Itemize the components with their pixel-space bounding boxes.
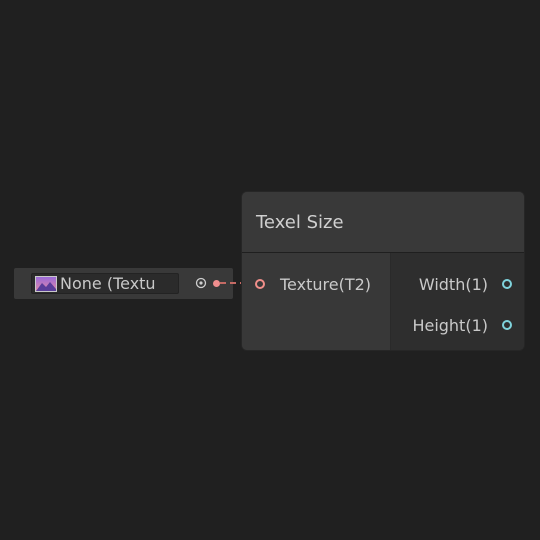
- graph-canvas[interactable]: None (Textu Texel Size Texture(T2) Width…: [0, 0, 540, 540]
- input-port-label: Texture(T2): [280, 274, 372, 294]
- node-title: Texel Size: [256, 211, 344, 233]
- node-body: Texture(T2) Width(1) Height(1): [242, 253, 524, 350]
- inline-texture-property[interactable]: None (Textu: [14, 268, 233, 299]
- texture-thumbnail-icon: [35, 275, 57, 292]
- input-port-connector[interactable]: [255, 279, 265, 289]
- output-port-connector[interactable]: [502, 320, 512, 330]
- output-port-label: Height(1): [412, 315, 488, 335]
- node-inputs: Texture(T2): [242, 253, 391, 350]
- object-field-label: None (Textu: [60, 274, 156, 293]
- output-port-connector[interactable]: [502, 279, 512, 289]
- output-port-label: Width(1): [418, 274, 488, 294]
- node-header[interactable]: Texel Size: [242, 192, 524, 253]
- texel-size-node[interactable]: Texel Size Texture(T2) Width(1) Height(1…: [241, 191, 525, 351]
- input-port-texture[interactable]: Texture(T2): [255, 274, 371, 294]
- output-port-width[interactable]: Width(1): [419, 274, 512, 294]
- property-output-port[interactable]: [213, 280, 220, 287]
- output-port-height[interactable]: Height(1): [412, 315, 512, 335]
- object-picker-icon[interactable]: [195, 277, 207, 289]
- node-outputs: Width(1) Height(1): [391, 253, 524, 350]
- texture-object-field[interactable]: None (Textu: [31, 273, 179, 294]
